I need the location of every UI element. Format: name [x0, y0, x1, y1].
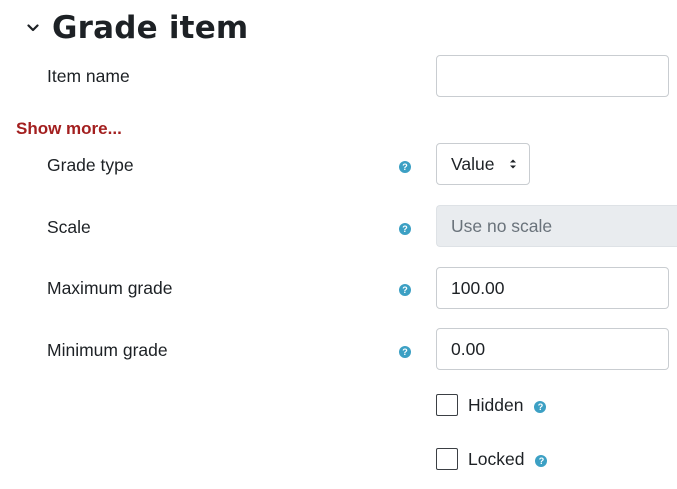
locked-checkbox[interactable]: [436, 448, 458, 470]
grade-type-label: Grade type: [47, 155, 134, 175]
locked-label[interactable]: Locked: [468, 449, 524, 470]
hidden-label[interactable]: Hidden: [468, 395, 523, 416]
section-header: Grade item: [22, 10, 248, 46]
chevron-down-icon: [27, 24, 39, 32]
maximum-grade-label: Maximum grade: [47, 278, 173, 298]
hidden-checkbox-row: Hidden ?: [436, 394, 547, 416]
collapse-toggle-button[interactable]: [22, 17, 44, 39]
section-title: Grade item: [52, 10, 249, 46]
scale-input: [436, 205, 677, 247]
maximum-grade-input[interactable]: [436, 267, 669, 309]
scale-help-icon[interactable]: ?: [399, 223, 411, 235]
minimum-grade-input[interactable]: [436, 328, 669, 370]
scale-label: Scale: [47, 217, 91, 237]
item-name-label: Item name: [47, 66, 130, 86]
hidden-checkbox[interactable]: [436, 394, 458, 416]
grade-type-selected-value: Value: [451, 153, 495, 174]
show-more-link[interactable]: Show more...: [16, 119, 122, 139]
grade-type-select[interactable]: Value: [436, 143, 530, 185]
hidden-help-icon[interactable]: ?: [534, 400, 547, 413]
minimum-grade-label: Minimum grade: [47, 340, 168, 360]
locked-help-icon[interactable]: ?: [535, 454, 548, 467]
select-arrows-icon: [510, 159, 516, 169]
locked-checkbox-row: Locked ?: [436, 448, 548, 470]
item-name-input[interactable]: [436, 55, 669, 97]
grade-type-help-icon[interactable]: ?: [399, 161, 411, 173]
maximum-grade-help-icon[interactable]: ?: [399, 284, 411, 296]
minimum-grade-help-icon[interactable]: ?: [399, 346, 411, 358]
